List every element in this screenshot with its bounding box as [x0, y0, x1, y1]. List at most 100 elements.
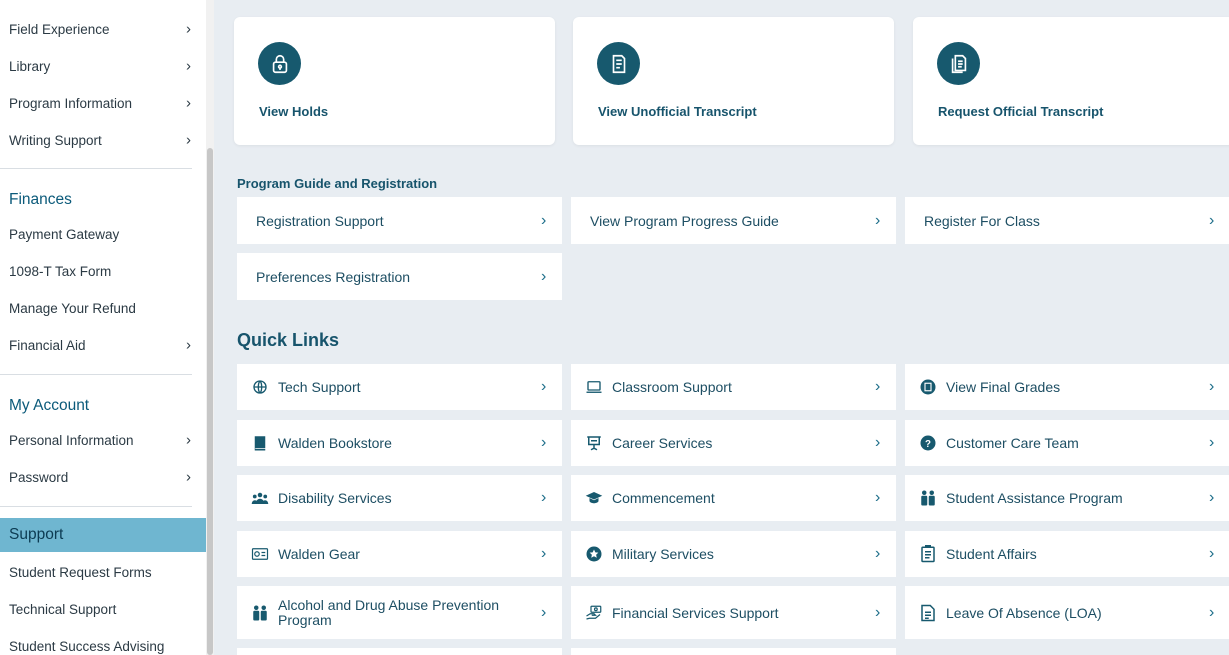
grades-icon	[919, 378, 937, 396]
gear-card-icon	[251, 545, 269, 563]
request-official-transcript-card[interactable]: Request Official Transcript	[913, 17, 1229, 145]
view-final-grades-link[interactable]: View Final Grades ›	[905, 364, 1229, 410]
student-affairs-link[interactable]: Student Affairs ›	[905, 531, 1229, 577]
link-label: Register For Class	[924, 212, 1040, 229]
link-label: Tech Support	[278, 379, 361, 395]
next-row-link[interactable]	[571, 648, 896, 655]
card-label: View Holds	[259, 104, 329, 119]
chevron-right-icon: ›	[186, 20, 191, 38]
financial-services-support-link[interactable]: Financial Services Support ›	[571, 586, 896, 639]
register-for-class-link[interactable]: Register For Class ›	[905, 197, 1229, 244]
link-label: Classroom Support	[612, 379, 732, 395]
link-label: Commencement	[612, 490, 715, 506]
documents-icon	[937, 42, 980, 85]
walden-bookstore-link[interactable]: Walden Bookstore ›	[237, 420, 562, 466]
sidebar-item-password[interactable]: Password ›	[0, 460, 206, 494]
link-label: Registration Support	[256, 212, 384, 229]
view-unofficial-transcript-card[interactable]: View Unofficial Transcript	[573, 17, 894, 145]
link-label: Student Assistance Program	[946, 490, 1123, 506]
sidebar: Field Experience › Library › Program Inf…	[0, 0, 206, 655]
disability-services-link[interactable]: Disability Services ›	[237, 475, 562, 521]
link-label: Leave Of Absence (LOA)	[946, 604, 1102, 621]
registration-support-link[interactable]: Registration Support ›	[237, 197, 562, 244]
sidebar-item-payment-gateway[interactable]: Payment Gateway	[0, 217, 206, 251]
people-group-icon	[251, 489, 269, 507]
chevron-right-icon: ›	[541, 545, 547, 562]
walden-gear-link[interactable]: Walden Gear ›	[237, 531, 562, 577]
book-icon	[251, 434, 269, 452]
laptop-icon	[585, 378, 603, 396]
sidebar-item-student-success-advising[interactable]: Student Success Advising	[0, 629, 206, 655]
view-program-progress-guide-link[interactable]: View Program Progress Guide ›	[571, 197, 896, 244]
link-label: Customer Care Team	[946, 435, 1079, 451]
sidebar-heading-finances: Finances	[9, 191, 72, 208]
question-icon: ?	[919, 434, 937, 452]
sidebar-divider	[0, 506, 192, 507]
link-label: Career Services	[612, 435, 713, 451]
program-section-title: Program Guide and Registration	[237, 176, 438, 191]
link-label-line: Program	[278, 611, 332, 628]
chevron-right-icon: ›	[541, 603, 547, 621]
sidebar-item-1098t-tax-form[interactable]: 1098-T Tax Form	[0, 254, 206, 288]
sidebar-heading-my-account: My Account	[9, 397, 90, 414]
sidebar-item-label: Writing Support	[9, 132, 102, 148]
link-label: Walden Bookstore	[278, 435, 392, 451]
sidebar-heading-support[interactable]: Support	[0, 518, 206, 552]
sidebar-item-student-request-forms[interactable]: Student Request Forms	[0, 555, 206, 589]
student-assistance-program-link[interactable]: Student Assistance Program ›	[905, 475, 1229, 521]
link-label: View Final Grades	[946, 379, 1061, 395]
sidebar-item-label: Program Information	[9, 95, 133, 111]
card-label: Request Official Transcript	[938, 104, 1104, 119]
clipboard-icon	[919, 545, 937, 563]
sidebar-item-personal-information[interactable]: Personal Information ›	[0, 423, 206, 457]
tech-support-link[interactable]: Tech Support ›	[237, 364, 562, 410]
classroom-support-link[interactable]: Classroom Support ›	[571, 364, 896, 410]
star-badge-icon	[585, 545, 603, 563]
chevron-right-icon: ›	[1209, 545, 1215, 562]
chevron-right-icon: ›	[186, 131, 191, 149]
link-label: Military Services	[612, 546, 714, 562]
chevron-right-icon: ›	[875, 545, 881, 562]
military-services-link[interactable]: Military Services ›	[571, 531, 896, 577]
sidebar-item-financial-aid[interactable]: Financial Aid ›	[0, 328, 206, 362]
sidebar-item-label: Library	[9, 58, 51, 74]
commencement-link[interactable]: Commencement ›	[571, 475, 896, 521]
sidebar-scrollbar[interactable]	[206, 0, 214, 655]
chevron-right-icon: ›	[541, 267, 547, 285]
link-label-line: Alcohol and Drug Abuse Prevention	[278, 596, 500, 613]
chevron-right-icon: ›	[875, 211, 881, 229]
chevron-right-icon: ›	[1209, 489, 1215, 506]
sidebar-divider	[0, 168, 192, 169]
two-people-icon	[919, 489, 937, 507]
quick-links-title: Quick Links	[237, 330, 340, 350]
career-services-link[interactable]: Career Services ›	[571, 420, 896, 466]
sidebar-item-label: Password	[9, 469, 69, 485]
sidebar-item-manage-refund[interactable]: Manage Your Refund	[0, 291, 206, 325]
card-label: View Unofficial Transcript	[598, 104, 757, 119]
sidebar-item-field-experience[interactable]: Field Experience ›	[0, 12, 206, 46]
customer-care-team-link[interactable]: ? Customer Care Team ›	[905, 420, 1229, 466]
view-holds-card[interactable]: View Holds	[234, 17, 555, 145]
alcohol-drug-prevention-link[interactable]: Alcohol and Drug Abuse Prevention Progra…	[237, 586, 562, 639]
sidebar-item-label: Manage Your Refund	[9, 300, 136, 316]
chevron-right-icon: ›	[541, 378, 547, 395]
lock-icon	[258, 42, 301, 85]
link-label: View Program Progress Guide	[590, 212, 779, 229]
sidebar-item-label: Technical Support	[9, 601, 117, 617]
sidebar-item-library[interactable]: Library ›	[0, 49, 206, 83]
scrollbar-thumb[interactable]	[207, 148, 213, 655]
sidebar-item-writing-support[interactable]: Writing Support ›	[0, 123, 206, 157]
sidebar-item-label: Student Request Forms	[9, 564, 152, 580]
preferences-registration-link[interactable]: Preferences Registration ›	[237, 253, 562, 300]
sidebar-item-program-information[interactable]: Program Information ›	[0, 86, 206, 120]
sidebar-item-technical-support[interactable]: Technical Support	[0, 592, 206, 626]
sidebar-divider	[0, 374, 192, 375]
sidebar-item-label: Payment Gateway	[9, 226, 120, 242]
chevron-right-icon: ›	[186, 431, 191, 449]
chevron-right-icon: ›	[541, 434, 547, 451]
next-row-link[interactable]	[237, 648, 562, 655]
chevron-right-icon: ›	[186, 57, 191, 75]
chevron-right-icon: ›	[541, 489, 547, 506]
leave-of-absence-link[interactable]: Leave Of Absence (LOA) ›	[905, 586, 1229, 639]
chevron-right-icon: ›	[186, 94, 191, 112]
